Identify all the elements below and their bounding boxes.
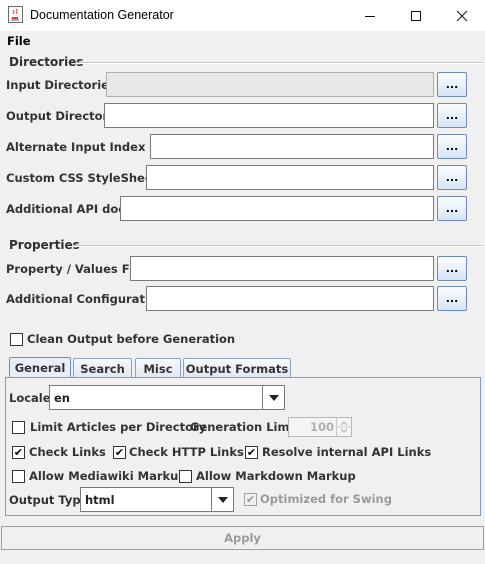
- property-values-field[interactable]: [130, 256, 434, 281]
- check-links-label: Check Links: [29, 445, 106, 459]
- title-bar: Documentation Generator: [0, 0, 485, 31]
- optimized-swing-label: Optimized for Swing: [260, 492, 392, 506]
- input-directories-field: [106, 72, 434, 97]
- java-cup-icon: [8, 6, 23, 23]
- generation-limit-value: 100: [309, 420, 334, 434]
- browse-additional-configuration-button[interactable]: ...: [437, 286, 467, 311]
- alternate-index-label: Alternate Input Index File: [6, 140, 173, 154]
- locale-select[interactable]: en: [49, 385, 285, 410]
- close-icon: [456, 10, 468, 21]
- output-type-value: html: [85, 493, 115, 507]
- additional-configuration-label: Additional Configuration: [6, 292, 165, 306]
- resolve-api-links-label: Resolve internal API Links: [262, 445, 432, 459]
- menu-bar: File: [0, 31, 485, 51]
- limit-articles-checkbox[interactable]: [12, 421, 25, 434]
- directories-separator: [78, 62, 482, 64]
- properties-separator: [74, 245, 482, 247]
- optimized-swing-checkbox: ✔: [244, 493, 257, 506]
- window-title: Documentation Generator: [30, 8, 174, 22]
- additional-api-label: Additional API docs: [6, 202, 132, 216]
- input-directories-label: Input Directories: [6, 78, 116, 92]
- apply-label: Apply: [224, 531, 261, 545]
- markdown-label: Allow Markdown Markup: [196, 469, 356, 483]
- browse-input-directories-button[interactable]: ...: [437, 72, 467, 97]
- browse-custom-css-button[interactable]: ...: [437, 165, 467, 190]
- additional-configuration-field[interactable]: [146, 286, 434, 311]
- tab-general[interactable]: General: [9, 357, 71, 378]
- menu-file[interactable]: File: [7, 34, 31, 48]
- mediawiki-label: Allow Mediawiki Markup: [29, 469, 187, 483]
- close-button[interactable]: [439, 0, 485, 31]
- locale-label: Locale: [9, 391, 51, 405]
- tab-output-formats[interactable]: Output Formats: [183, 358, 291, 378]
- tab-misc[interactable]: Misc: [135, 358, 181, 378]
- clean-output-label: Clean Output before Generation: [27, 332, 236, 346]
- check-http-links-checkbox[interactable]: ✔: [113, 446, 126, 459]
- markdown-checkbox[interactable]: [179, 470, 192, 483]
- maximize-icon: [411, 10, 421, 21]
- tab-search[interactable]: Search: [73, 358, 132, 378]
- chevron-down-icon: [211, 488, 233, 511]
- alternate-index-field[interactable]: [150, 134, 434, 159]
- output-directory-label: Output Directory: [6, 109, 116, 123]
- locale-select-value: en: [54, 391, 70, 405]
- output-type-select[interactable]: html: [80, 487, 234, 512]
- property-values-label: Property / Values File: [6, 262, 146, 276]
- resolve-api-links-checkbox[interactable]: ✔: [245, 446, 258, 459]
- browse-output-directory-button[interactable]: ...: [437, 103, 467, 128]
- browse-property-values-button[interactable]: ...: [437, 256, 467, 281]
- clean-output-checkbox[interactable]: [10, 333, 23, 346]
- directories-section-title: Directories: [9, 55, 84, 69]
- properties-section-title: Properties: [9, 238, 80, 252]
- apply-button[interactable]: Apply: [1, 526, 484, 550]
- custom-css-label: Custom CSS StyleSheet: [6, 171, 159, 185]
- output-type-label: Output Type: [9, 493, 89, 507]
- generation-limit-spinner: 100: [288, 417, 352, 437]
- output-directory-field[interactable]: [104, 103, 434, 128]
- limit-articles-label: Limit Articles per Directory: [30, 420, 207, 434]
- check-http-links-label: Check HTTP Links: [129, 445, 244, 459]
- maximize-button[interactable]: [393, 0, 439, 31]
- browse-additional-api-button[interactable]: ...: [437, 196, 467, 221]
- minimize-button[interactable]: [347, 0, 393, 31]
- minimize-icon: [365, 15, 375, 17]
- chevron-down-icon: [262, 386, 284, 409]
- spinner-arrows-icon: [336, 418, 351, 436]
- generation-limit-label: Generation Limit: [190, 420, 299, 434]
- custom-css-field[interactable]: [146, 165, 434, 190]
- mediawiki-checkbox[interactable]: [12, 470, 25, 483]
- additional-api-field[interactable]: [120, 196, 434, 221]
- check-links-checkbox[interactable]: ✔: [12, 446, 25, 459]
- browse-alternate-index-button[interactable]: ...: [437, 134, 467, 159]
